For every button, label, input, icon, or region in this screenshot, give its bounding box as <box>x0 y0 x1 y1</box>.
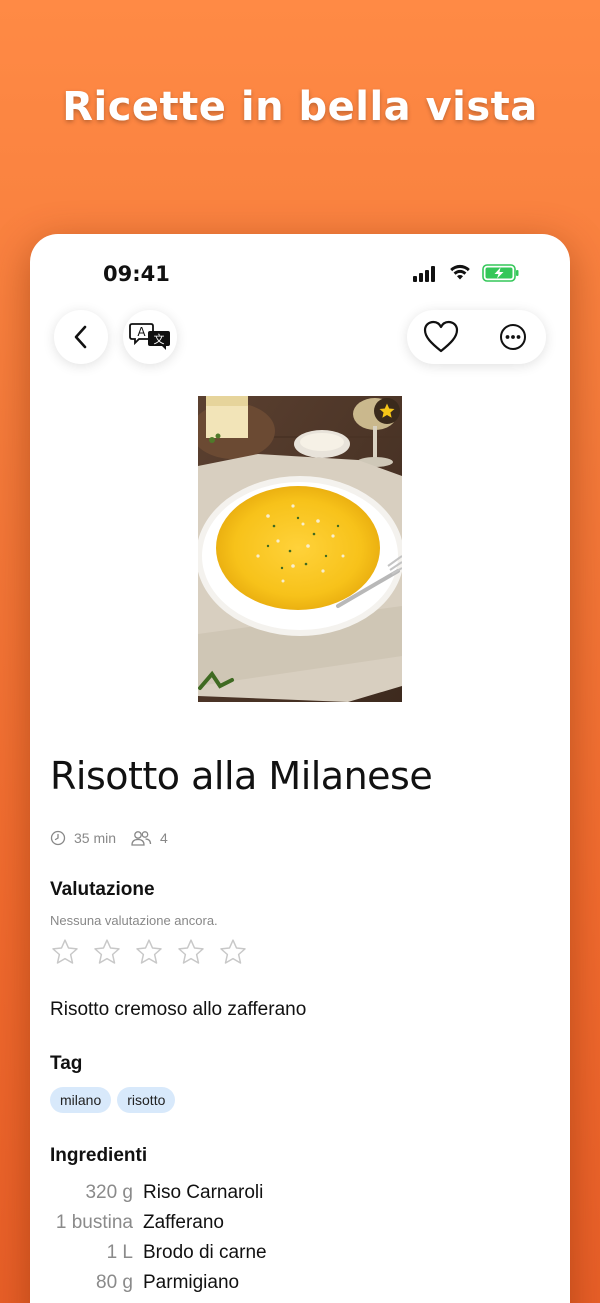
ingredient-name: Zafferano <box>143 1212 224 1233</box>
rating-heading: Valutazione <box>50 879 155 900</box>
recipe-description: Risotto cremoso allo zafferano <box>50 999 307 1020</box>
status-time: 09:41 <box>103 262 170 286</box>
wifi-icon <box>450 264 470 280</box>
cellular-signal-icon <box>413 266 435 282</box>
recipe-title: Risotto alla Milanese <box>50 754 433 798</box>
ellipsis-circle-icon[interactable] <box>499 323 527 351</box>
translate-icon: A 文 <box>129 323 170 350</box>
ingredient-list: 320 g Riso Carnaroli 1 bustina Zafferano… <box>50 1178 450 1298</box>
ingredient-row: 80 g Parmigiano <box>50 1268 450 1298</box>
ingredient-name: Riso Carnaroli <box>143 1182 264 1203</box>
risotto-plate-image <box>198 396 402 702</box>
tag-list: milano risotto <box>50 1087 176 1113</box>
ingredient-qty: 80 g <box>96 1272 133 1293</box>
recipe-meta: 35 min 4 <box>50 830 182 846</box>
ingredient-row: 1 L Brodo di carne <box>50 1238 450 1268</box>
promo-headline: Ricette in bella vista <box>62 84 538 130</box>
star-outline-icon[interactable] <box>92 937 122 967</box>
status-bar: 09:41 <box>30 260 570 290</box>
clock-icon <box>50 830 66 846</box>
rating-stars[interactable] <box>50 937 248 967</box>
star-outline-icon[interactable] <box>134 937 164 967</box>
favorite-badge <box>374 398 400 424</box>
ingredient-name: Brodo di carne <box>143 1242 267 1263</box>
battery-charging-icon <box>482 264 519 282</box>
rating-note: Nessuna valutazione ancora. <box>50 913 218 928</box>
ingredient-row: 320 g Riso Carnaroli <box>50 1178 450 1208</box>
recipe-photo[interactable] <box>198 396 402 702</box>
tag-chip[interactable]: milano <box>50 1087 112 1113</box>
phone-screen: 09:41 A 文 Risotto alla Milanese 35 min 4… <box>30 234 570 1303</box>
star-filled-icon <box>379 403 395 418</box>
ingredient-row: 1 bustina Zafferano <box>50 1208 450 1238</box>
people-icon <box>131 831 152 846</box>
chevron-left-icon <box>74 325 87 349</box>
ingredient-qty: 1 bustina <box>55 1212 133 1233</box>
servings: 4 <box>160 830 168 846</box>
back-button[interactable] <box>54 310 108 364</box>
ingredient-qty: 1 L <box>106 1242 133 1263</box>
heart-icon[interactable] <box>423 320 459 354</box>
star-outline-icon[interactable] <box>218 937 248 967</box>
star-outline-icon[interactable] <box>176 937 206 967</box>
ingredient-qty: 320 g <box>85 1182 133 1203</box>
star-outline-icon[interactable] <box>50 937 80 967</box>
cook-time: 35 min <box>74 830 117 846</box>
ingredient-name: Parmigiano <box>143 1272 240 1293</box>
tag-chip[interactable]: risotto <box>117 1087 176 1113</box>
svg-text:A: A <box>137 325 146 339</box>
ingredients-heading: Ingredienti <box>50 1145 148 1166</box>
tags-heading: Tag <box>50 1053 83 1074</box>
actions-pill <box>407 310 546 364</box>
svg-text:文: 文 <box>154 332 165 346</box>
translate-button[interactable]: A 文 <box>123 310 177 364</box>
